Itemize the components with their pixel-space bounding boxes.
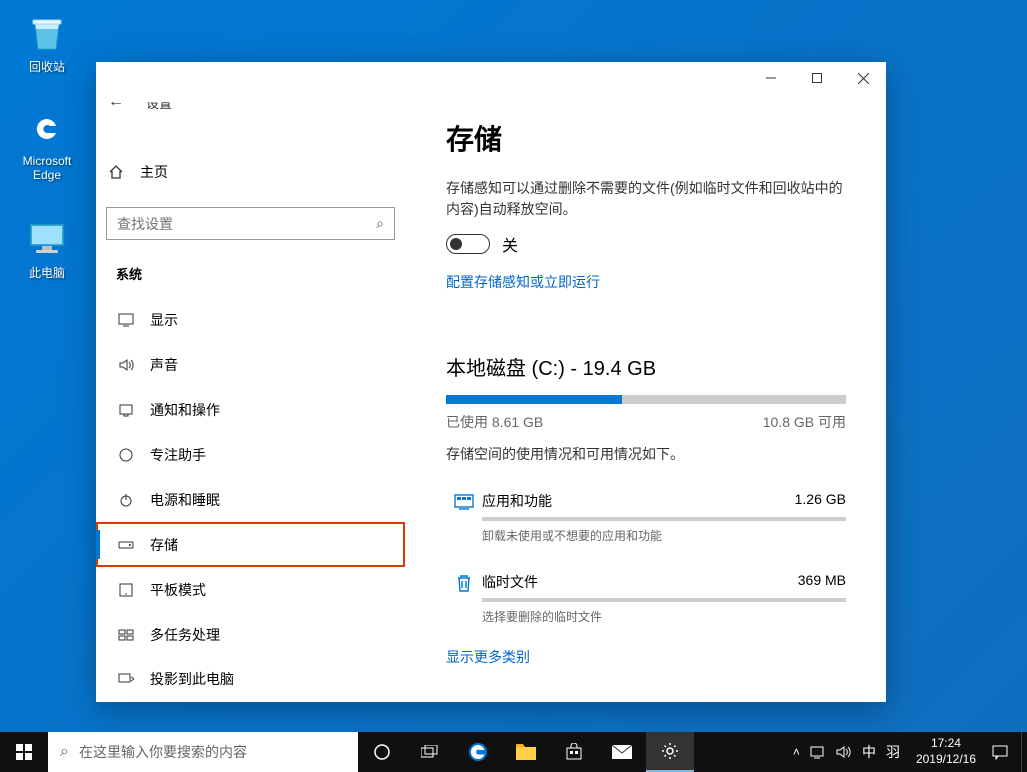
disk-usage-bar [446,395,846,404]
desktop-icon-label: 回收站 [12,58,82,75]
category-bar [482,517,846,521]
ime-mode[interactable]: 羽 [886,742,900,762]
disk-title: 本地磁盘 (C:) - 19.4 GB [446,352,846,381]
sidebar-item-tablet[interactable]: 平板模式 [96,567,405,612]
sidebar-item-label: 平板模式 [150,580,206,600]
desktop-icon-label: Microsoft Edge [12,154,82,182]
page-title: 存储 [446,118,846,158]
category-subtext: 选择要删除的临时文件 [482,608,846,625]
pc-icon [26,218,68,260]
sidebar: ← 设置 主页 ⌕ 系统 显示 声音 通知和操作 [96,102,405,702]
minimize-button[interactable] [748,62,794,94]
titlebar [96,62,886,102]
apps-icon [446,491,482,513]
sidebar-item-display[interactable]: 显示 [96,297,405,342]
trash-icon [446,572,482,594]
desktop-icon-edge[interactable]: Microsoft Edge [12,108,82,182]
sidebar-item-label: 多任务处理 [150,625,220,645]
home-icon [106,164,126,180]
tray-volume-icon[interactable] [836,745,852,759]
sound-icon [116,357,136,373]
category-size: 1.26 GB [795,491,846,511]
disk-used-label: 已使用 8.61 GB [446,412,543,432]
task-view-button[interactable] [406,732,454,772]
tray-chevron-up-icon[interactable]: ˄ [793,745,800,759]
sidebar-search[interactable]: ⌕ [106,207,395,240]
content-pane[interactable]: 存储 存储感知可以通过删除不需要的文件(例如临时文件和回收站中的内容)自动释放空… [405,102,886,702]
monitor-icon [116,312,136,328]
search-icon: ⌕ [376,215,384,232]
tray-network-icon[interactable] [810,745,826,759]
taskbar-search[interactable]: ⌕ 在这里输入你要搜索的内容 [48,732,358,772]
sidebar-item-focus[interactable]: 专注助手 [96,432,405,477]
edge-icon [26,108,68,150]
section-label: 系统 [96,258,405,297]
sidebar-item-label: 主页 [140,162,168,182]
usage-description: 存储空间的使用情况和可用情况如下。 [446,444,846,465]
project-icon [116,671,136,687]
sidebar-item-project[interactable]: 投影到此电脑 [96,657,405,702]
taskbar: ⌕ 在这里输入你要搜索的内容 ˄ 中 羽 17:24 2019/12/16 [0,732,1027,772]
maximize-button[interactable] [794,62,840,94]
start-button[interactable] [0,732,48,772]
category-name: 临时文件 [482,572,538,592]
desktop-icon-recycle-bin[interactable]: 回收站 [12,12,82,75]
cortana-button[interactable] [358,732,406,772]
power-icon [116,492,136,508]
category-size: 369 MB [798,572,846,592]
sidebar-item-sound[interactable]: 声音 [96,342,405,387]
taskbar-app-settings[interactable] [646,732,694,772]
category-bar [482,598,846,602]
sidebar-item-notifications[interactable]: 通知和操作 [96,387,405,432]
taskbar-clock[interactable]: 17:24 2019/12/16 [910,736,982,767]
sidebar-item-label: 电源和睡眠 [150,490,220,510]
notifications-icon [116,402,136,418]
clock-date: 2019/12/16 [916,752,976,768]
multitask-icon [116,627,136,643]
sidebar-item-power[interactable]: 电源和睡眠 [96,477,405,522]
storage-category-apps[interactable]: 应用和功能 1.26 GB 卸载未使用或不想要的应用和功能 [446,477,846,558]
settings-window: ← 设置 主页 ⌕ 系统 显示 声音 通知和操作 [96,62,886,702]
clock-time: 17:24 [916,736,976,752]
app-title: 设置 [146,102,172,112]
sidebar-item-label: 显示 [150,310,178,330]
storage-icon [116,537,136,553]
category-name: 应用和功能 [482,491,552,511]
category-subtext: 卸载未使用或不想要的应用和功能 [482,527,846,544]
sidebar-item-label: 专注助手 [150,445,206,465]
search-input[interactable] [117,216,376,232]
action-center-icon[interactable] [992,744,1008,760]
show-desktop-button[interactable] [1021,732,1027,772]
taskbar-search-placeholder: 在这里输入你要搜索的内容 [79,742,247,762]
taskbar-app-explorer[interactable] [502,732,550,772]
search-icon: ⌕ [60,743,69,761]
configure-storage-sense-link[interactable]: 配置存储感知或立即运行 [446,272,600,292]
ime-language[interactable]: 中 [862,742,876,762]
storage-sense-toggle[interactable] [446,234,490,254]
show-more-categories-link[interactable]: 显示更多类别 [446,647,530,667]
desktop-icon-this-pc[interactable]: 此电脑 [12,218,82,281]
back-button[interactable]: ← [96,102,136,122]
desktop-icon-label: 此电脑 [12,264,82,281]
sidebar-item-storage[interactable]: 存储 [96,522,405,567]
toggle-state-label: 关 [502,232,518,256]
taskbar-app-edge[interactable] [454,732,502,772]
disk-free-label: 10.8 GB 可用 [763,412,846,432]
taskbar-app-mail[interactable] [598,732,646,772]
sidebar-item-home[interactable]: 主页 [96,152,405,191]
focus-icon [116,447,136,463]
close-button[interactable] [840,62,886,94]
tablet-icon [116,582,136,598]
sidebar-item-multitask[interactable]: 多任务处理 [96,612,405,657]
storage-category-temp[interactable]: 临时文件 369 MB 选择要删除的临时文件 [446,558,846,639]
sidebar-item-label: 声音 [150,355,178,375]
sidebar-item-label: 存储 [150,535,178,555]
taskbar-app-store[interactable] [550,732,598,772]
storage-sense-description: 存储感知可以通过删除不需要的文件(例如临时文件和回收站中的内容)自动释放空间。 [446,178,846,220]
system-tray[interactable]: ˄ 中 羽 17:24 2019/12/16 [780,732,1021,772]
sidebar-item-label: 投影到此电脑 [150,669,234,689]
sidebar-item-label: 通知和操作 [150,400,220,420]
recycle-bin-icon [26,12,68,54]
